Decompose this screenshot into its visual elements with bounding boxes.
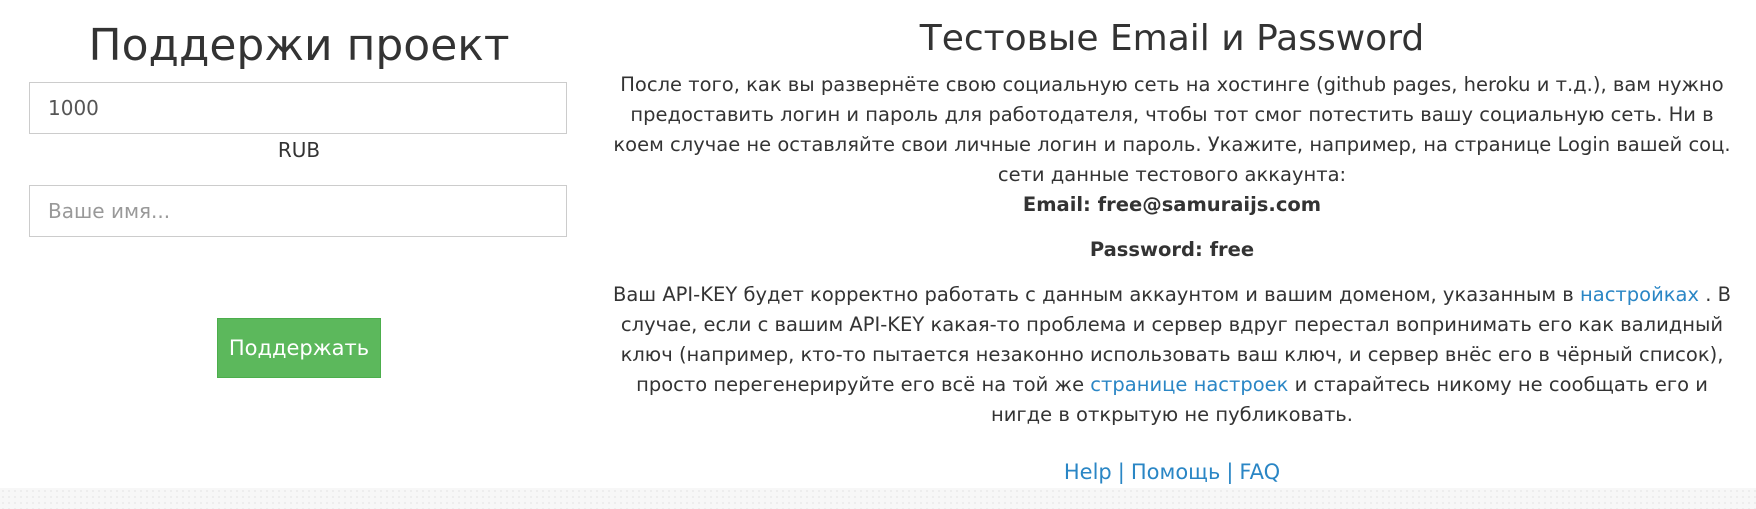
help-ru-link[interactable]: Помощь <box>1131 460 1221 484</box>
test-password: Password: free <box>1089 238 1255 261</box>
footer-separator: | <box>1117 460 1125 484</box>
page-bottom-pattern <box>0 488 1756 509</box>
amount-input[interactable] <box>29 82 567 134</box>
settings-page-link[interactable]: странице настроек <box>1090 373 1288 396</box>
currency-label: RUB <box>277 138 321 162</box>
test-credentials-title: Тестовые Email и Password <box>919 18 1425 59</box>
test-credentials-panel: Тестовые Email и Password После того, ка… <box>610 0 1734 487</box>
intro-paragraph: После того, как вы развернёте свою социа… <box>613 73 1731 186</box>
api-key-paragraph: Ваш API-KEY будет корректно работать с д… <box>610 280 1734 430</box>
donate-panel: Поддержи проект RUB Поддержать <box>29 0 569 378</box>
help-link[interactable]: Help <box>1064 460 1112 484</box>
faq-link[interactable]: FAQ <box>1239 460 1280 484</box>
api-text-part1: Ваш API-KEY будет корректно работать с д… <box>612 283 1580 306</box>
support-button[interactable]: Поддержать <box>217 318 381 378</box>
footer-separator: | <box>1226 460 1234 484</box>
settings-link[interactable]: настройках <box>1580 283 1699 306</box>
name-input[interactable] <box>29 185 567 237</box>
test-email: Email: free@samuraijs.com <box>1022 193 1322 216</box>
footer-links: Help | Помощь | FAQ <box>610 457 1734 487</box>
donate-title: Поддержи проект <box>88 20 510 71</box>
